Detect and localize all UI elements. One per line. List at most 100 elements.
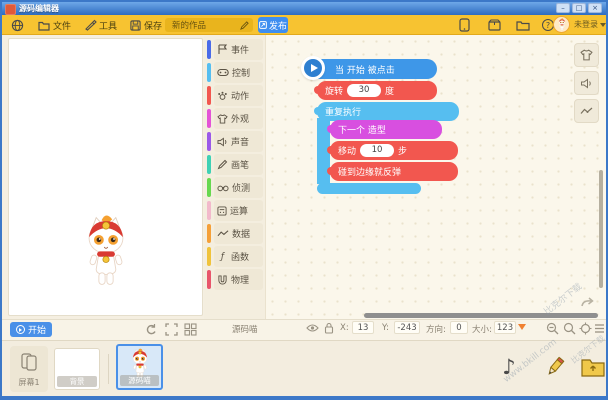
mobile-preview-button[interactable] [459, 18, 470, 32]
start-button-label: 开始 [27, 326, 46, 336]
pen-tool-icon [85, 19, 97, 31]
redo-arrow-icon[interactable] [580, 296, 595, 309]
category-color-bar [207, 155, 211, 174]
speaker-icon [581, 78, 591, 88]
shirt-icon [580, 49, 593, 61]
restart-button[interactable] [144, 323, 158, 336]
user-avatar[interactable] [553, 16, 570, 33]
visibility-eye-icon[interactable] [306, 323, 319, 333]
palette-category-pen[interactable]: 画笔 [207, 154, 263, 175]
gamepad-icon [217, 68, 229, 77]
material-package-button[interactable] [488, 18, 501, 32]
calculator-icon [217, 205, 227, 216]
app-window: 源码编辑器 – □ × 文件 工具 保存 新的作品 发布 ? 未登录 事件 控制… [0, 0, 608, 400]
repeat-block-bottom [317, 183, 421, 194]
save-button[interactable]: 保存 [130, 18, 162, 32]
y-value-input[interactable]: -243 [394, 321, 420, 334]
grid-button[interactable] [184, 323, 197, 336]
locate-center-button[interactable] [579, 322, 592, 335]
category-label: 事件 [231, 46, 250, 56]
cat-sprite[interactable] [79, 214, 133, 296]
background-thumbnail-label: 背景 [57, 376, 97, 387]
costumes-panel-button[interactable] [574, 43, 599, 67]
close-button[interactable]: × [588, 3, 602, 13]
line-chart-icon [217, 230, 229, 237]
palette-category-physics[interactable]: 物理 [207, 269, 263, 290]
block-label: 旋转 [325, 87, 344, 97]
palette-category-events[interactable]: 事件 [207, 39, 263, 60]
login-dropdown[interactable]: 未登录 [574, 19, 606, 30]
block-label: 碰到边缘就反弹 [338, 168, 402, 178]
lock-icon[interactable] [324, 322, 334, 334]
rotate-value-input[interactable]: 30 [347, 84, 382, 97]
chevron-down-icon [600, 22, 606, 27]
fullscreen-button[interactable] [165, 323, 178, 336]
palette-category-functions[interactable]: ƒ 函数 [207, 246, 263, 267]
stage-canvas [8, 38, 203, 316]
speaker-icon [217, 136, 227, 147]
palette-category-control[interactable]: 控制 [207, 62, 263, 83]
block-label: 度 [385, 87, 395, 97]
size-value-input[interactable]: 123 [494, 321, 516, 334]
start-play-icon [15, 325, 25, 334]
minimize-button[interactable]: – [556, 3, 570, 13]
palette-category-looks[interactable]: 外观 [207, 108, 263, 129]
project-name-input[interactable]: 新的作品 [165, 18, 253, 32]
avatar-cat-icon [555, 18, 569, 32]
publish-button[interactable]: 发布 [258, 17, 288, 33]
block-repeat-forever[interactable]: 重复执行 [314, 102, 459, 121]
block-rotate[interactable]: 旋转 30 度 [314, 81, 437, 100]
category-label: 数据 [232, 230, 251, 240]
palette-category-operators[interactable]: 运算 [207, 200, 263, 221]
zoom-in-button[interactable] [563, 322, 576, 335]
add-sound-button[interactable]: ♪ [494, 352, 524, 382]
play-triangle-icon [311, 64, 318, 72]
zoom-out-button[interactable] [546, 322, 559, 335]
script-play-icon[interactable] [301, 56, 325, 80]
palette-category-data[interactable]: 数据 [207, 223, 263, 244]
maximize-button[interactable]: □ [572, 3, 586, 13]
tools-menu[interactable]: 工具 [84, 18, 117, 32]
block-next-costume[interactable]: 下一个 造型 [327, 120, 442, 139]
palette-category-sound[interactable]: 声音 [207, 131, 263, 152]
vertical-scrollbar[interactable] [599, 170, 603, 288]
start-button[interactable]: 开始 [10, 322, 52, 337]
sprite-thumbnail-label: 源码喵 [120, 375, 159, 386]
workspace-menu-button[interactable] [594, 323, 605, 334]
background-thumbnail[interactable]: 背景 [54, 348, 100, 390]
draw-sprite-button[interactable] [540, 352, 570, 382]
home-menu-button[interactable] [11, 18, 24, 32]
move-value-input[interactable]: 10 [360, 144, 395, 157]
block-move-steps[interactable]: 移动 10 步 [327, 141, 458, 160]
import-folder-icon [581, 359, 605, 377]
category-label: 声音 [231, 138, 250, 148]
horizontal-scrollbar[interactable] [364, 313, 598, 318]
window-title: 源码编辑器 [19, 4, 59, 13]
size-warning-icon[interactable] [518, 324, 526, 330]
block-bounce-on-edge[interactable]: 碰到边缘就反弹 [327, 162, 458, 181]
palette-category-sensing[interactable]: 侦测 [207, 177, 263, 198]
variables-panel-button[interactable] [574, 99, 599, 123]
category-color-bar [207, 109, 211, 128]
open-project-button[interactable] [516, 18, 530, 32]
direction-value-input[interactable]: 0 [450, 321, 468, 334]
sounds-panel-button[interactable] [574, 71, 599, 95]
thumbnail-divider [108, 354, 109, 384]
save-icon [130, 19, 141, 31]
magnet-icon [218, 274, 227, 285]
file-menu[interactable]: 文件 [38, 18, 71, 32]
pen-icon [217, 159, 228, 170]
screen-tab[interactable]: 屏幕1 [10, 346, 48, 392]
publish-button-label: 发布 [268, 21, 287, 32]
category-label: 外观 [231, 115, 250, 125]
palette-category-motion[interactable]: 动作 [207, 85, 263, 106]
category-color-bar [207, 63, 211, 82]
x-value-input[interactable]: 13 [352, 321, 374, 334]
x-label: X: [340, 323, 349, 333]
screens-icon [21, 353, 37, 371]
sprite-thumbnail-selected[interactable]: 源码喵 [116, 344, 163, 390]
import-sprite-button[interactable] [578, 352, 606, 382]
block-label: 当 开始 被点击 [335, 65, 395, 76]
tools-menu-label: 工具 [99, 21, 118, 32]
block-palette: 事件 控制 动作 外观 声音 画笔 侦测 运算 数据 ƒ 函数 物理 [204, 35, 266, 319]
